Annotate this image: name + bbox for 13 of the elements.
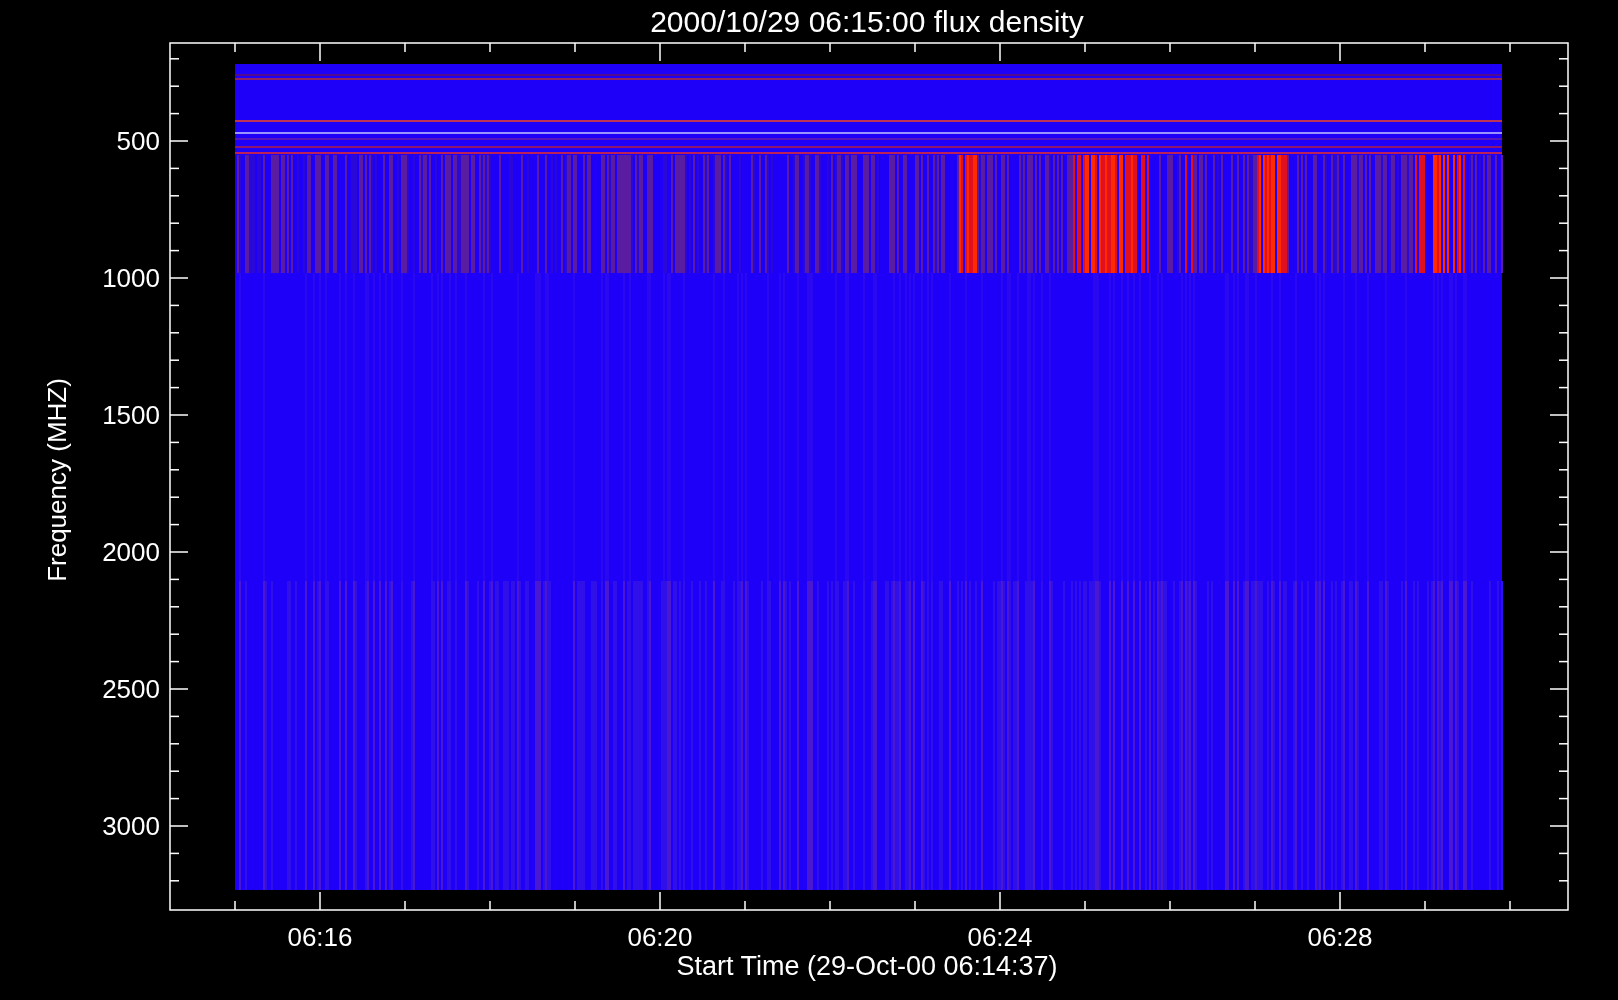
plot-title: 2000/10/29 06:15:00 flux density [650,5,1084,38]
tick-label: 500 [116,126,160,156]
tick-label: 06:28 [1307,922,1373,952]
axis-label: Start Time (29-Oct-00 06:14:37) [676,951,1058,981]
tick-label: 06:16 [287,922,353,952]
tick-label: 2000 [102,537,160,567]
tick-label: 1500 [102,400,160,430]
tick-label: 2500 [102,674,160,704]
tick-label: 06:20 [627,922,693,952]
tick-label: 1000 [102,263,160,293]
tick-label: 06:24 [967,922,1033,952]
tick-label: 3000 [102,811,160,841]
axis-label: Frequency (MHZ) [42,378,72,582]
